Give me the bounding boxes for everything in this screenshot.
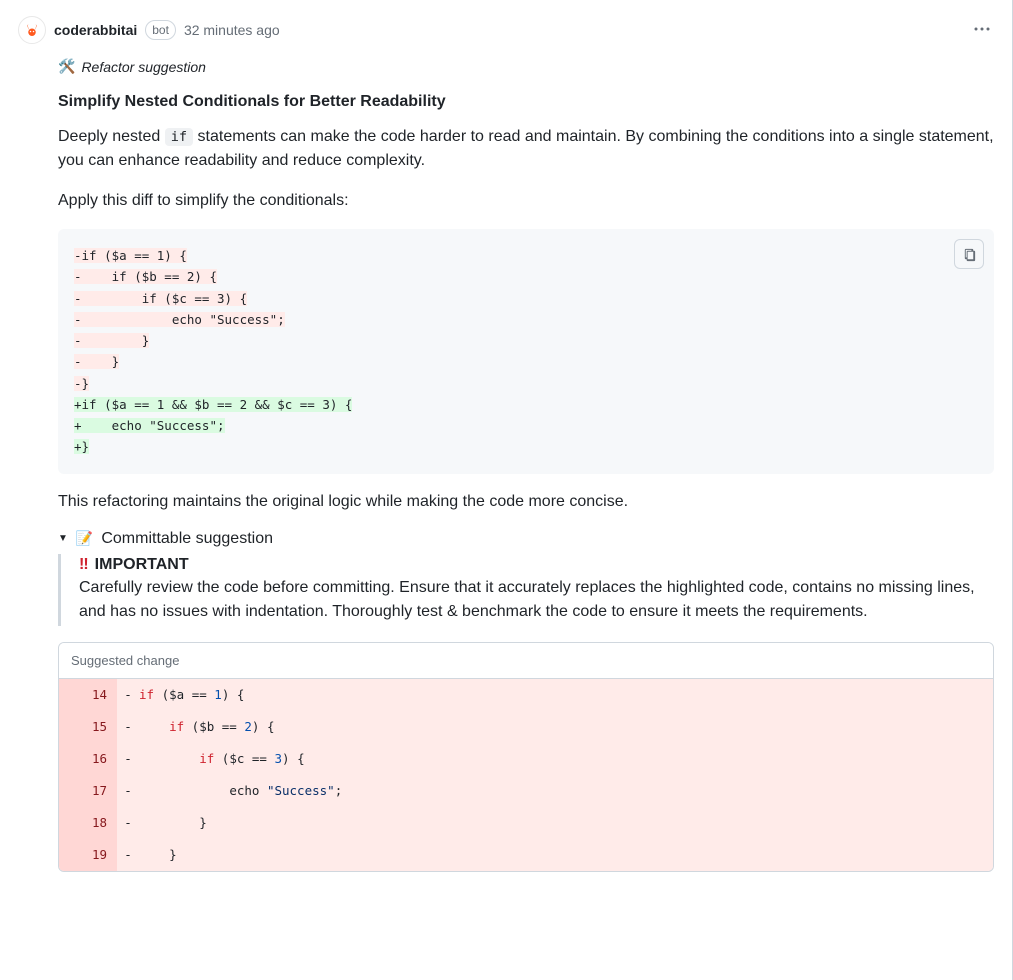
diff-marker: - [117,679,139,711]
table-row: 18- } [59,807,993,839]
important-text: Carefully review the code before committ… [79,576,994,624]
table-row: 15- if ($b == 2) { [59,711,993,743]
committable-section: ▼ 📝 Committable suggestion ‼ IMPORTANT C… [58,530,994,872]
diff-line: +if ($a == 1 && $b == 2 && $c == 3) { [74,394,978,415]
code-content: echo "Success"; [139,775,993,807]
table-row: 17- echo "Success"; [59,775,993,807]
diff-marker: - [117,711,139,743]
committable-summary[interactable]: ▼ 📝 Committable suggestion [58,530,994,548]
comment-body: 🛠️ Refactor suggestion Simplify Nested C… [58,58,994,872]
code-content: } [139,807,993,839]
diff-line: - if ($c == 3) { [74,288,978,309]
table-row: 16- if ($c == 3) { [59,743,993,775]
diff-line: -} [74,373,978,394]
copy-icon [962,247,977,262]
suggested-change-header: Suggested change [59,643,993,679]
table-row: 14-if ($a == 1) { [59,679,993,711]
comment-header: coderabbitai bot 32 minutes ago [18,16,994,44]
line-number: 19 [59,839,117,871]
author-name[interactable]: coderabbitai [54,22,137,38]
timestamp[interactable]: 32 minutes ago [184,22,280,38]
more-options-button[interactable] [970,17,994,44]
memo-icon: 📝 [76,530,93,547]
important-title: ‼ IMPORTANT [79,556,994,574]
bangbang-icon: ‼ [79,556,89,574]
copy-button[interactable] [954,239,984,269]
line-number: 16 [59,743,117,775]
code-content: if ($a == 1) { [139,679,993,711]
kebab-icon [974,21,990,37]
diff-line: + echo "Success"; [74,415,978,436]
text-fragment: Deeply nested [58,128,165,145]
suggestion-type: 🛠️ Refactor suggestion [58,58,994,75]
suggestion-paragraph-2: Apply this diff to simplify the conditio… [58,189,994,213]
suggestion-type-label: Refactor suggestion [81,59,206,75]
comment-container: coderabbitai bot 32 minutes ago 🛠️ Refac… [0,0,1013,980]
suggested-change-block: Suggested change 14-if ($a == 1) {15- if… [58,642,994,872]
avatar[interactable] [18,16,46,44]
diff-marker: - [117,743,139,775]
important-label: IMPORTANT [95,556,189,574]
diff-line: - if ($b == 2) { [74,266,978,287]
diff-line: +} [74,436,978,457]
table-row: 19- } [59,839,993,871]
coderabbit-logo-icon [23,21,41,39]
suggestion-title: Simplify Nested Conditionals for Better … [58,93,994,111]
line-number: 15 [59,711,117,743]
line-number: 18 [59,807,117,839]
code-content: if ($c == 3) { [139,743,993,775]
bot-badge: bot [145,20,176,40]
committable-label: Committable suggestion [101,530,273,548]
suggestion-paragraph-3: This refactoring maintains the original … [58,490,994,514]
code-content: if ($b == 2) { [139,711,993,743]
diff-line: - echo "Success"; [74,309,978,330]
important-callout: ‼ IMPORTANT Carefully review the code be… [58,554,994,626]
diff-block: -if ($a == 1) {- if ($b == 2) {- if ($c … [58,229,994,474]
line-number: 17 [59,775,117,807]
disclosure-triangle-icon: ▼ [58,533,68,544]
diff-line: -if ($a == 1) { [74,245,978,266]
diff-line: - } [74,330,978,351]
hammer-wrench-icon: 🛠️ [58,58,75,75]
text-fragment: statements can make the code harder to r… [58,128,994,169]
diff-marker: - [117,839,139,871]
diff-marker: - [117,775,139,807]
diff-line: - } [74,351,978,372]
suggestion-paragraph-1: Deeply nested if statements can make the… [58,125,994,173]
code-content: } [139,839,993,871]
diff-marker: - [117,807,139,839]
line-number: 14 [59,679,117,711]
inline-code: if [165,128,193,146]
